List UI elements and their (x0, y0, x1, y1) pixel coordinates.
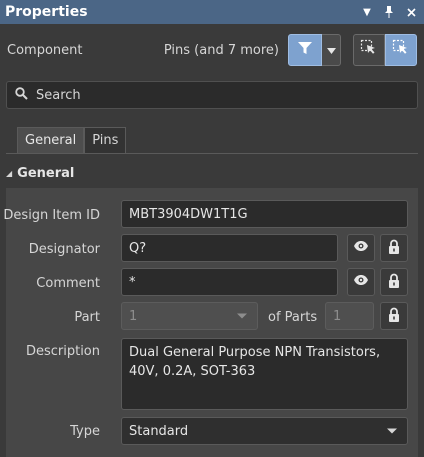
description-label: Description (25, 344, 100, 359)
filter-summary: Pins (and 7 more) (163, 43, 279, 58)
search-input[interactable] (36, 87, 396, 103)
designator-lock-button[interactable] (380, 234, 408, 262)
select-icon (392, 39, 410, 61)
of-parts-label: of Parts (268, 310, 318, 325)
lock-icon (388, 239, 400, 258)
panel-title: Properties (5, 4, 88, 20)
tab-divider (6, 153, 418, 154)
part-lock-button[interactable] (380, 302, 408, 330)
description-field[interactable]: Dual General Purpose NPN Transistors, 40… (121, 338, 408, 410)
component-label: Component (7, 43, 83, 58)
select-mode-button[interactable] (385, 34, 417, 66)
filter-dropdown-button[interactable] (322, 34, 341, 66)
chevron-down-icon (237, 313, 247, 319)
filter-button[interactable] (288, 34, 322, 66)
type-value: Standard (129, 423, 189, 439)
eye-icon (353, 240, 369, 256)
eye-icon (353, 274, 369, 290)
component-row: Component Pins (and 7 more) (0, 30, 424, 74)
designator-field[interactable]: Q? (121, 234, 338, 262)
titlebar-controls: ▼ (360, 3, 418, 21)
part-select: 1 (121, 302, 258, 330)
chevron-down-icon[interactable]: ▼ (360, 3, 374, 21)
type-select[interactable]: Standard (121, 417, 408, 445)
properties-titlebar: Properties ▼ (0, 0, 424, 24)
comment-lock-button[interactable] (380, 268, 408, 296)
of-parts-field: 1 (325, 302, 374, 330)
pin-icon[interactable] (382, 3, 396, 21)
tab-bar: General Pins (17, 127, 127, 153)
collapse-triangle-icon: ◢ (6, 168, 13, 178)
search-icon (15, 86, 28, 104)
general-properties-panel: Design Item ID MBT3904DW1T1G Designator … (3, 188, 418, 457)
section-title: General (17, 165, 75, 181)
chevron-down-icon (387, 428, 397, 434)
comment-label: Comment (36, 276, 100, 291)
lock-icon (388, 307, 400, 326)
select-icon (360, 39, 378, 61)
filter-icon (297, 40, 313, 60)
close-icon[interactable] (404, 3, 418, 21)
design-item-id-field[interactable]: MBT3904DW1T1G (121, 200, 408, 228)
comment-visibility-button[interactable] (347, 268, 375, 296)
search-box[interactable] (6, 81, 418, 109)
tab-general[interactable]: General (17, 127, 85, 153)
design-item-id-label: Design Item ID (3, 208, 100, 223)
tab-pins[interactable]: Pins (84, 127, 127, 153)
designator-label: Designator (28, 242, 100, 257)
comment-field[interactable]: * (121, 268, 338, 296)
section-general-header[interactable]: ◢ General (0, 160, 424, 186)
designator-visibility-button[interactable] (347, 234, 375, 262)
part-value: 1 (129, 308, 138, 324)
select-filter-button[interactable] (353, 34, 385, 66)
lock-icon (388, 273, 400, 292)
chevron-down-icon (326, 43, 336, 58)
part-label: Part (74, 310, 100, 325)
type-label: Type (70, 424, 100, 439)
